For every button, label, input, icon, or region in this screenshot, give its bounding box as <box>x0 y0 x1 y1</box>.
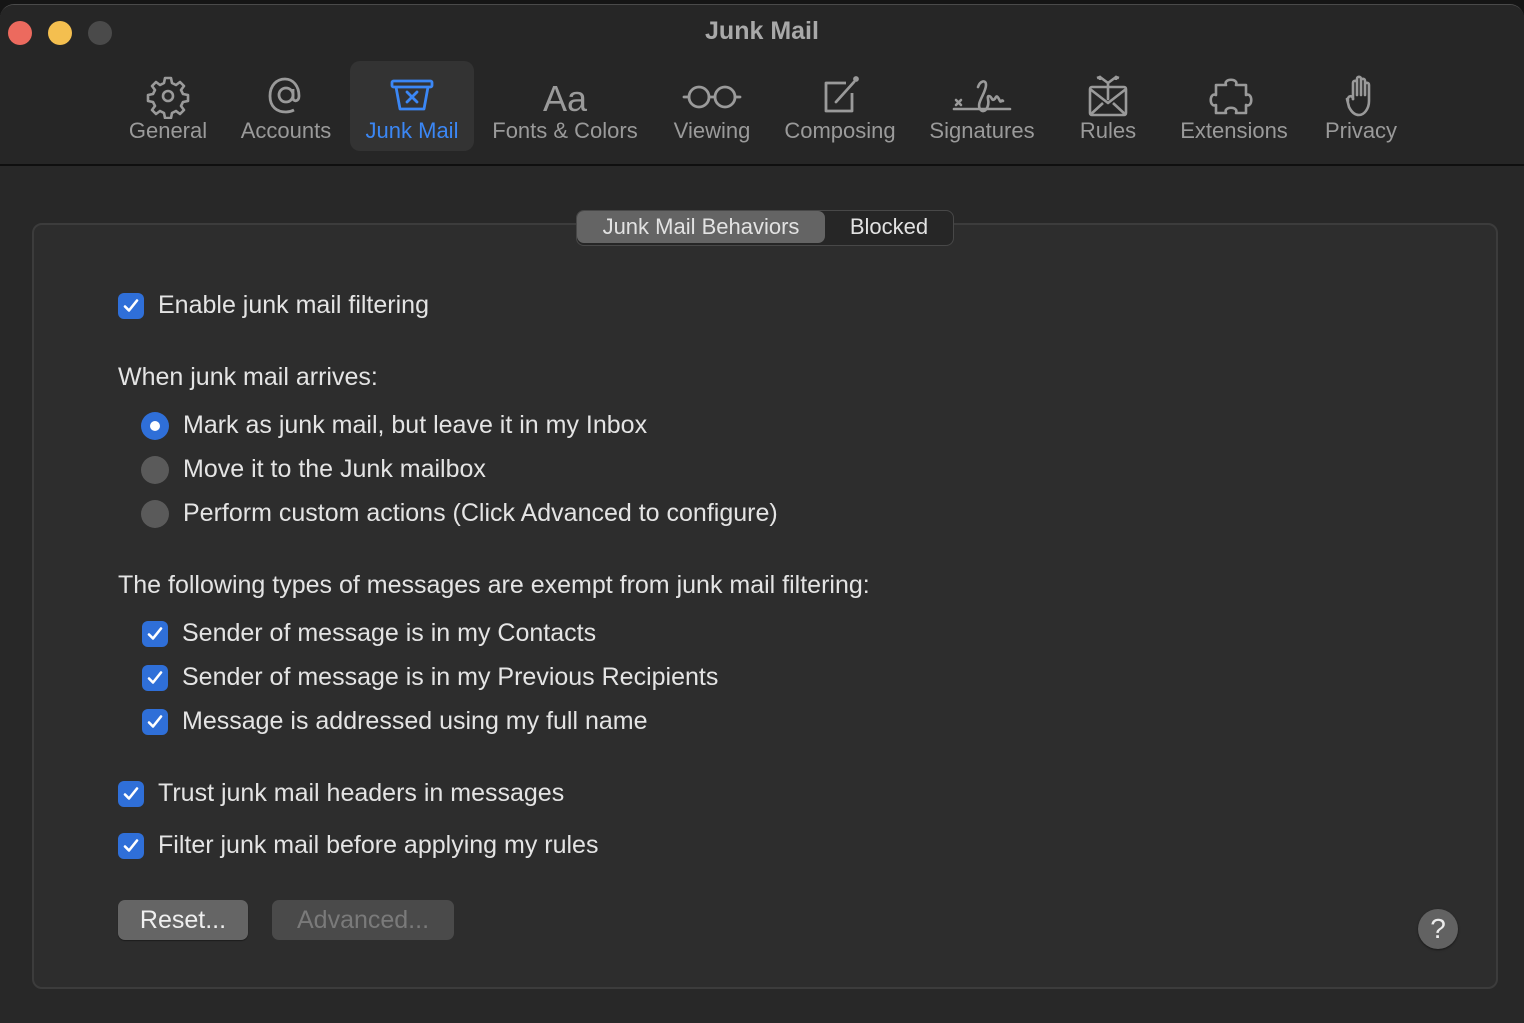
advanced-button: Advanced... <box>272 900 454 940</box>
font-aa-icon: Aa <box>543 78 588 119</box>
segment-junk-mail-behaviors[interactable]: Junk Mail Behaviors <box>577 211 825 243</box>
filter-before-rules-checkbox[interactable] <box>118 832 144 859</box>
checkbox-label: Sender of message is in my Previous Reci… <box>182 663 719 691</box>
svg-text:Aa: Aa <box>543 78 588 119</box>
filter-before-rules-row[interactable]: Filter junk mail before applying my rule… <box>118 831 598 860</box>
window-title: Junk Mail <box>705 17 819 45</box>
tab-label: General <box>128 118 208 143</box>
tab-label: Signatures <box>929 118 1035 143</box>
exempt-fullname-row[interactable]: Message is addressed using my full name <box>142 707 648 736</box>
radio-move-to-junk[interactable] <box>141 455 169 484</box>
checkmark-icon <box>123 298 139 312</box>
arrival-heading: When junk mail arrives: <box>118 363 378 391</box>
trust-headers-row[interactable]: Trust junk mail headers in messages <box>118 779 564 808</box>
glasses-icon <box>682 85 742 109</box>
tab-accounts[interactable]: Accounts <box>234 61 338 151</box>
tab-rules[interactable]: Rules <box>1068 61 1148 151</box>
segment-blocked[interactable]: Blocked <box>825 211 953 243</box>
exempt-recipients-checkbox[interactable] <box>142 664 168 691</box>
junk-bin-icon <box>390 79 434 111</box>
preferences-window: Junk Mail General Accounts Junk Mail Aa … <box>0 4 1524 1023</box>
preferences-tabs: General Accounts Junk Mail Aa Fonts & Co… <box>0 61 1524 155</box>
tab-composing[interactable]: Composing <box>776 61 904 151</box>
compose-icon <box>824 76 859 113</box>
checkmark-icon <box>147 670 163 684</box>
tab-general[interactable]: General <box>122 61 214 151</box>
enable-filtering-checkbox[interactable] <box>118 292 144 319</box>
exempt-fullname-checkbox[interactable] <box>142 708 168 735</box>
signature-icon <box>952 80 1012 113</box>
tab-label: Privacy <box>1324 118 1398 143</box>
tab-label: Viewing <box>673 118 751 143</box>
tab-label: Junk Mail <box>365 118 459 143</box>
tab-label: Composing <box>784 118 896 143</box>
checkbox-label: Message is addressed using my full name <box>182 707 648 735</box>
arrival-option-custom[interactable]: Perform custom actions (Click Advanced t… <box>141 499 778 528</box>
tab-label: Accounts <box>240 118 332 143</box>
checkmark-icon <box>123 838 139 852</box>
tab-signatures[interactable]: Signatures <box>920 61 1044 151</box>
tab-extensions[interactable]: Extensions <box>1168 61 1300 151</box>
gear-icon <box>146 76 190 119</box>
tab-junk-mail[interactable]: Junk Mail <box>350 61 474 151</box>
exempt-contacts-row[interactable]: Sender of message is in my Contacts <box>142 619 596 648</box>
rules-envelope-icon <box>1088 75 1128 117</box>
segmented-control: Junk Mail Behaviors Blocked <box>576 210 954 246</box>
checkbox-label: Sender of message is in my Contacts <box>182 619 597 647</box>
checkmark-icon <box>147 714 163 728</box>
radio-label: Mark as junk mail, but leave it in my In… <box>183 411 648 439</box>
enable-filtering-row[interactable]: Enable junk mail filtering <box>118 291 429 320</box>
tab-label: Rules <box>1079 118 1137 143</box>
tab-label: Fonts & Colors <box>492 118 638 143</box>
radio-custom-actions[interactable] <box>141 499 169 528</box>
exempt-heading: The following types of messages are exem… <box>118 571 870 599</box>
checkmark-icon <box>147 626 163 640</box>
checkbox-label: Filter junk mail before applying my rule… <box>158 831 599 859</box>
radio-mark-as-junk[interactable] <box>141 411 169 440</box>
exempt-contacts-checkbox[interactable] <box>142 620 168 647</box>
puzzle-icon <box>1209 78 1253 115</box>
settings-panel <box>32 223 1498 989</box>
tab-label: Extensions <box>1180 118 1288 143</box>
radio-label: Move it to the Junk mailbox <box>183 455 486 483</box>
checkbox-label: Trust junk mail headers in messages <box>158 779 565 807</box>
tab-fonts-colors[interactable]: Aa Fonts & Colors <box>484 61 646 151</box>
arrival-option-move[interactable]: Move it to the Junk mailbox <box>141 455 486 484</box>
checkmark-icon <box>123 786 139 800</box>
arrival-option-mark[interactable]: Mark as junk mail, but leave it in my In… <box>141 411 647 440</box>
tab-privacy[interactable]: Privacy <box>1316 61 1406 151</box>
at-sign-icon <box>268 77 301 114</box>
enable-filtering-label: Enable junk mail filtering <box>158 291 429 319</box>
tab-viewing[interactable]: Viewing <box>666 61 758 151</box>
radio-label: Perform custom actions (Click Advanced t… <box>183 499 778 527</box>
exempt-recipients-row[interactable]: Sender of message is in my Previous Reci… <box>142 663 718 692</box>
reset-button[interactable]: Reset... <box>118 900 248 940</box>
hand-icon <box>1345 75 1371 117</box>
help-button[interactable]: ? <box>1418 909 1458 949</box>
trust-headers-checkbox[interactable] <box>118 780 144 807</box>
toolbar: Junk Mail General Accounts Junk Mail Aa … <box>0 5 1524 166</box>
